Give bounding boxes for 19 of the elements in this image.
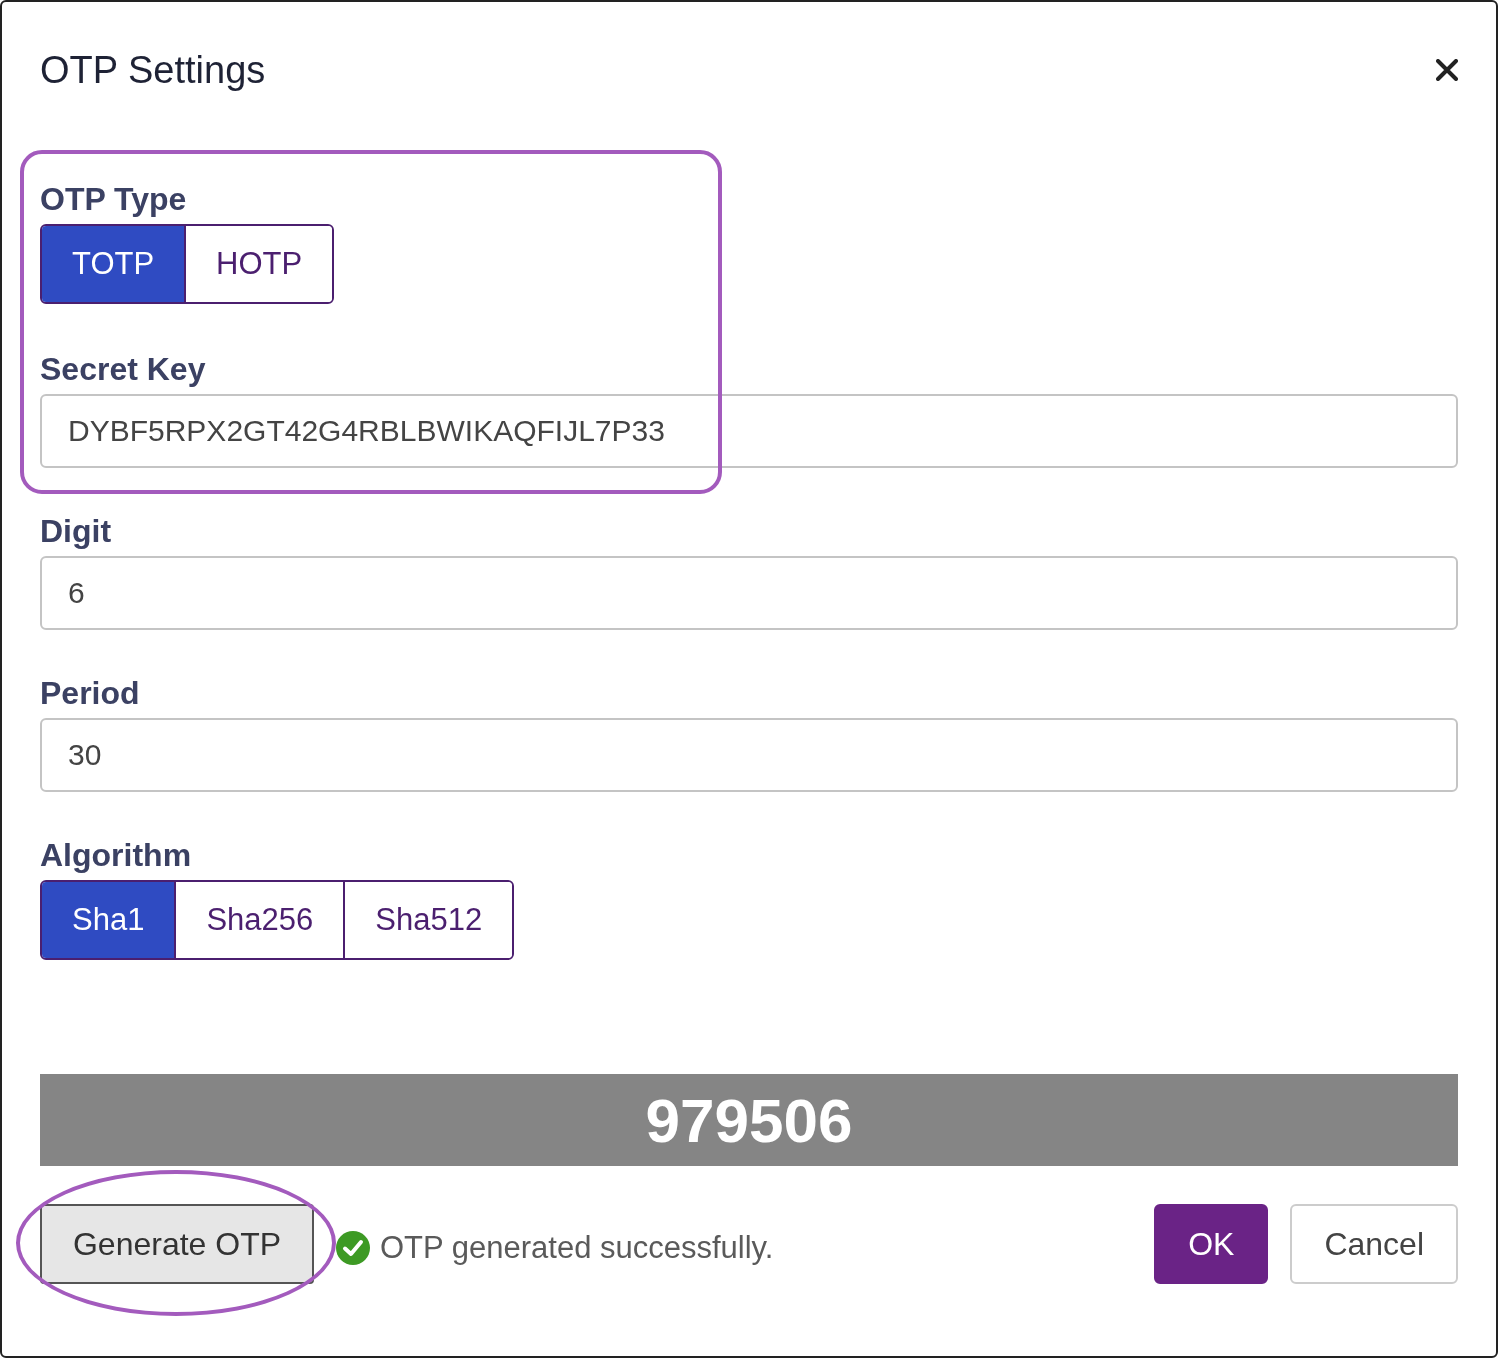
cancel-button[interactable]: Cancel — [1290, 1204, 1458, 1284]
generate-otp-button[interactable]: Generate OTP — [40, 1204, 314, 1284]
field-label: Secret Key — [40, 350, 207, 388]
ok-button[interactable]: OK — [1154, 1204, 1269, 1284]
otp-code: 979506 — [40, 1074, 1458, 1166]
field-label: Digit — [40, 512, 113, 550]
dialog-title: OTP Settings — [40, 48, 266, 92]
field-label: Period — [40, 674, 141, 712]
input-field[interactable]: DYBF5RPX2GT42G4RBLBWIKAQFIJL7P33 — [40, 394, 1458, 468]
status-message: OTP generated successfully. — [380, 1230, 774, 1266]
input-field[interactable]: 30 — [40, 718, 1458, 792]
segment-button[interactable]: Sha1 — [42, 882, 175, 958]
input-field[interactable]: 6 — [40, 556, 1458, 630]
field-label: Algorithm — [40, 836, 193, 874]
segment-button[interactable]: Sha512 — [343, 882, 513, 958]
close-icon — [1436, 59, 1458, 81]
field-label: OTP Type — [40, 180, 188, 218]
segment-button[interactable]: TOTP — [42, 226, 185, 302]
segment-button[interactable]: HOTP — [184, 226, 333, 302]
